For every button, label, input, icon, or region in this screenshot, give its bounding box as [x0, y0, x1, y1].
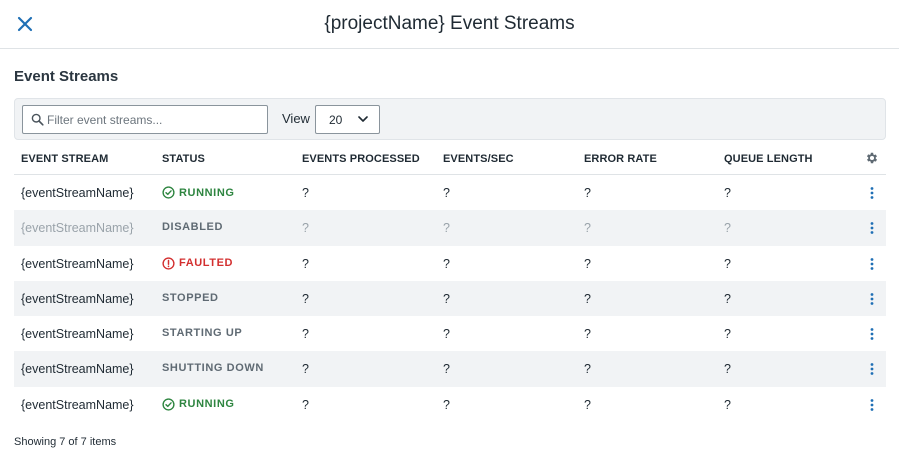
status-badge: SHUTTING DOWN [162, 362, 264, 374]
event-stream-name[interactable]: {eventStreamName} [21, 398, 134, 412]
events-sec-value: ? [443, 362, 450, 377]
pagination-summary: Showing 7 of 7 items [14, 436, 117, 448]
error-rate-value: ? [584, 186, 591, 200]
status-badge: RUNNING [162, 186, 235, 199]
queue-length-value: ? [724, 221, 731, 236]
error-rate-value: ? [584, 256, 591, 271]
table-row[interactable]: {eventStreamName} SHUTTING DOWN ? ? ? ? [14, 351, 886, 387]
column-header-queue-length[interactable]: QUEUE LENGTH [724, 153, 813, 165]
events-processed-value: ? [302, 397, 309, 412]
kebab-menu-icon[interactable] [867, 221, 877, 235]
status-label: DISABLED [162, 221, 224, 234]
check-circle-icon [162, 186, 175, 199]
event-stream-name[interactable]: {eventStreamName} [21, 327, 134, 341]
error-rate-value: ? [584, 397, 591, 412]
events-processed-value: ? [302, 362, 309, 377]
error-rate-value: ? [584, 291, 591, 306]
page-title: {projectName} Event Streams [324, 13, 575, 34]
search-input[interactable] [47, 106, 265, 133]
kebab-menu-icon[interactable] [867, 186, 877, 200]
events-processed-value: ? [302, 256, 309, 271]
queue-length-value: ? [724, 327, 731, 342]
status-label: FAULTED [179, 257, 234, 270]
status-label: STARTING UP [162, 327, 243, 340]
table-row[interactable]: {eventStreamName} DISABLED ? ? ? ? [14, 210, 886, 246]
event-stream-name[interactable]: {eventStreamName} [21, 362, 134, 376]
kebab-menu-icon[interactable] [867, 257, 877, 271]
event-stream-name[interactable]: {eventStreamName} [21, 257, 134, 271]
column-header-error-rate[interactable]: ERROR RATE [584, 153, 657, 165]
error-rate-value: ? [584, 362, 591, 377]
event-stream-name[interactable]: {eventStreamName} [21, 292, 134, 306]
table-row[interactable]: {eventStreamName} FAULTED ? ? ? ? [14, 246, 886, 281]
queue-length-value: ? [724, 291, 731, 306]
events-processed-value: ? [302, 186, 309, 200]
search-box [22, 105, 268, 134]
modal-header: {projectName} Event Streams [0, 0, 899, 49]
column-header-events-processed[interactable]: EVENTS PROCESSED [302, 153, 420, 165]
status-label: STOPPED [162, 291, 219, 304]
queue-length-value: ? [724, 362, 731, 377]
status-badge: RUNNING [162, 398, 235, 411]
section-title: Event Streams [14, 68, 119, 85]
events-processed-value: ? [302, 291, 309, 306]
events-sec-value: ? [443, 397, 450, 412]
table-header: EVENT STREAM STATUS EVENTS PROCESSED EVE… [14, 141, 886, 175]
events-sec-value: ? [443, 186, 450, 200]
page-size-value: 20 [329, 113, 343, 127]
table-row[interactable]: {eventStreamName} STOPPED ? ? ? ? [14, 280, 886, 317]
events-sec-value: ? [443, 221, 450, 236]
queue-length-value: ? [724, 256, 731, 271]
check-circle-icon [162, 398, 175, 411]
status-badge: STOPPED [162, 292, 219, 304]
events-sec-value: ? [443, 256, 450, 271]
events-processed-value: ? [302, 221, 309, 236]
status-label: RUNNING [179, 186, 235, 199]
table-row[interactable]: {eventStreamName} RUNNING ? ? ? ? [14, 175, 886, 210]
status-badge: FAULTED [162, 257, 233, 270]
table-row[interactable]: {eventStreamName} RUNNING ? ? ? ? [14, 387, 886, 422]
status-badge: STARTING UP [162, 327, 242, 339]
column-header-event-stream[interactable]: EVENT STREAM [21, 153, 108, 165]
column-header-status[interactable]: STATUS [162, 153, 205, 165]
events-sec-value: ? [443, 291, 450, 306]
page-size-select[interactable]: 20 [315, 105, 380, 134]
kebab-menu-icon[interactable] [867, 327, 877, 341]
event-stream-name[interactable]: {eventStreamName} [21, 186, 134, 200]
alert-circle-icon [162, 257, 175, 270]
table-toolbar: View 20 [14, 98, 886, 140]
queue-length-value: ? [724, 186, 731, 200]
column-header-events-sec[interactable]: EVENTS/SEC [443, 153, 514, 165]
status-label: RUNNING [179, 398, 235, 411]
kebab-menu-icon[interactable] [867, 398, 877, 412]
status-label: SHUTTING DOWN [162, 362, 264, 375]
kebab-menu-icon[interactable] [867, 292, 877, 306]
events-sec-value: ? [443, 327, 450, 342]
table-row[interactable]: {eventStreamName} STARTING UP ? ? ? ? [14, 316, 886, 351]
view-label: View [282, 111, 310, 126]
event-streams-table: EVENT STREAM STATUS EVENTS PROCESSED EVE… [14, 141, 886, 422]
queue-length-value: ? [724, 397, 731, 412]
kebab-menu-icon[interactable] [867, 362, 877, 376]
error-rate-value: ? [584, 221, 591, 236]
gear-icon[interactable] [865, 151, 879, 165]
search-icon [31, 113, 44, 126]
error-rate-value: ? [584, 327, 591, 342]
event-stream-name[interactable]: {eventStreamName} [21, 221, 134, 235]
status-badge: DISABLED [162, 221, 223, 233]
events-processed-value: ? [302, 327, 309, 342]
chevron-down-icon [358, 116, 368, 122]
